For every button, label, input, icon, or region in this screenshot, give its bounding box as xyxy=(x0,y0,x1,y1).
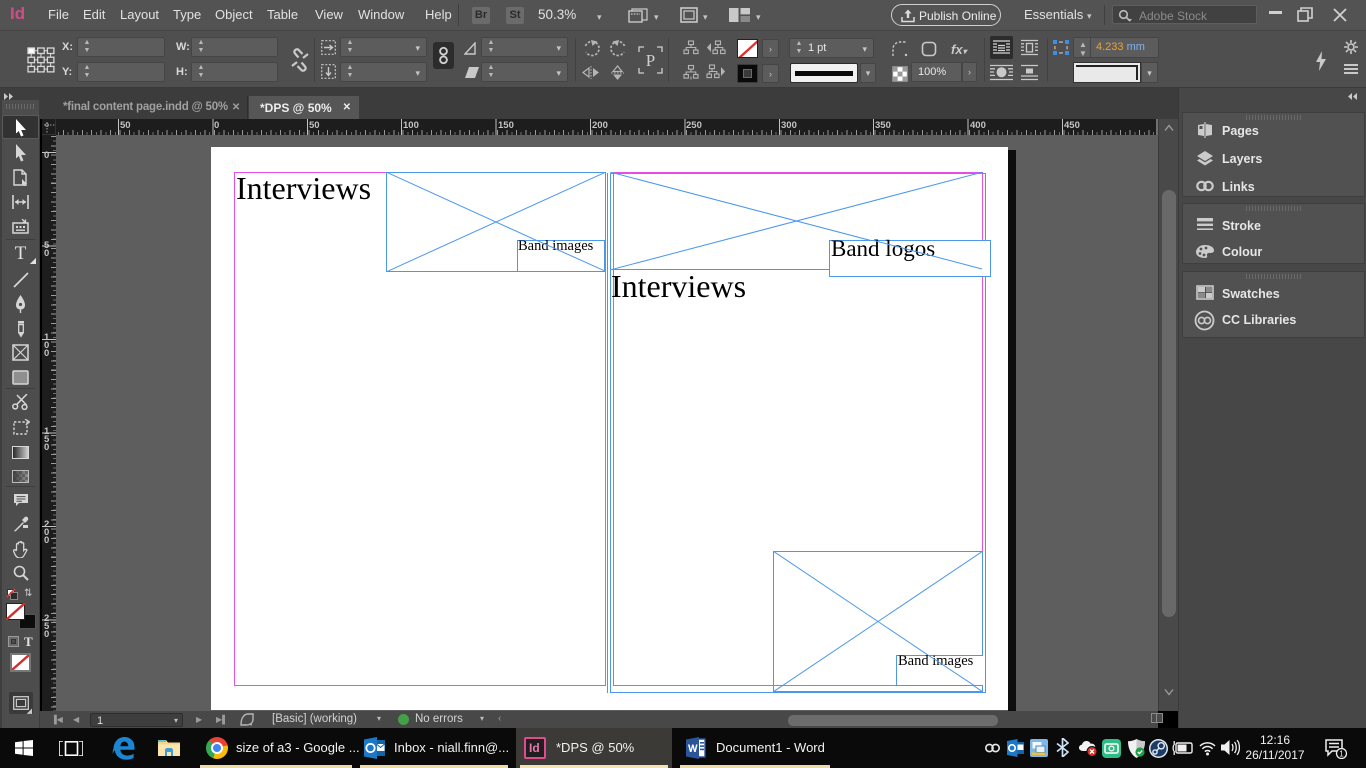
svg-text:1: 1 xyxy=(1339,750,1344,759)
